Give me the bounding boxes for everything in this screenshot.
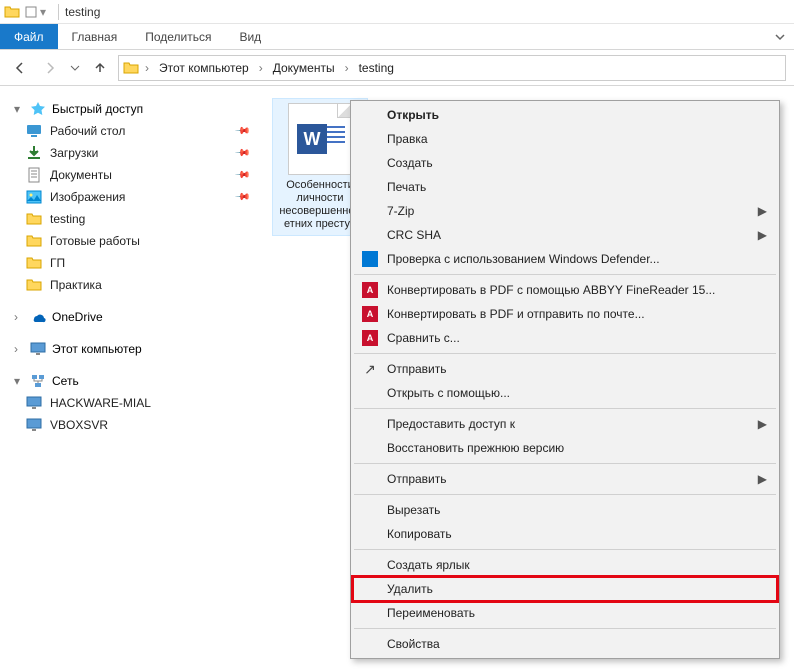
chevron-icon[interactable]: › (343, 61, 351, 75)
chevron-icon[interactable]: › (257, 61, 265, 75)
network-icon (30, 373, 46, 389)
window-title: testing (65, 5, 100, 19)
sidebar-computer-hackware[interactable]: HACKWARE-MIAL (6, 392, 254, 414)
menu-delete[interactable]: Удалить (353, 577, 777, 601)
menu-separator (354, 494, 776, 495)
sidebar-item-desktop[interactable]: Рабочий стол 📌 (6, 120, 254, 142)
address-bar[interactable]: › Этот компьютер › Документы › testing (118, 55, 786, 81)
sidebar-item-downloads[interactable]: Загрузки 📌 (6, 142, 254, 164)
nav-back[interactable] (8, 56, 32, 80)
folder-icon (26, 255, 42, 271)
tab-share[interactable]: Поделиться (131, 24, 225, 49)
ribbon-expand[interactable] (766, 24, 794, 49)
menu-defender[interactable]: Проверка с использованием Windows Defend… (353, 247, 777, 271)
menu-grant-access[interactable]: Предоставить доступ к▶ (353, 412, 777, 436)
pc-icon (30, 341, 46, 357)
sidebar-item-testing[interactable]: testing (6, 208, 254, 230)
menu-send-external[interactable]: Отправить (353, 357, 777, 381)
abbyy-icon: A (361, 329, 379, 347)
star-icon (30, 101, 46, 117)
file-thumbnail: W (288, 103, 352, 175)
menu-print[interactable]: Печать (353, 175, 777, 199)
navbar: › Этот компьютер › Документы › testing (0, 50, 794, 86)
sidebar-item-documents[interactable]: Документы 📌 (6, 164, 254, 186)
pin-icon: 📌 (233, 145, 250, 162)
pin-icon: 📌 (233, 123, 250, 140)
menu-abbyy-compare[interactable]: AСравнить с... (353, 326, 777, 350)
menu-separator (354, 353, 776, 354)
folder-icon (123, 60, 139, 76)
menu-edit[interactable]: Правка (353, 127, 777, 151)
qat-dropdown[interactable]: ▾ (40, 5, 46, 19)
menu-shortcut[interactable]: Создать ярлык (353, 553, 777, 577)
tab-file[interactable]: Файл (0, 24, 58, 49)
desktop-icon (26, 123, 42, 139)
tab-home[interactable]: Главная (58, 24, 132, 49)
menu-crcsha[interactable]: CRC SHA▶ (353, 223, 777, 247)
breadcrumb-root[interactable]: Этот компьютер (155, 59, 253, 77)
breadcrumb-documents[interactable]: Документы (269, 59, 339, 77)
submenu-arrow-icon: ▶ (758, 417, 767, 431)
menu-abbyy-send[interactable]: AКонвертировать в PDF и отправить по поч… (353, 302, 777, 326)
share-icon (361, 360, 379, 378)
pin-icon: 📌 (233, 189, 250, 206)
sidebar-network[interactable]: ▾ Сеть (6, 370, 254, 392)
folder-icon (26, 277, 42, 293)
menu-separator (354, 408, 776, 409)
sidebar-onedrive[interactable]: › OneDrive (6, 306, 254, 328)
folder-icon (4, 4, 20, 20)
folder-icon (26, 233, 42, 249)
menu-separator (354, 549, 776, 550)
menu-restore[interactable]: Восстановить прежнюю версию (353, 436, 777, 460)
sidebar-quick-access[interactable]: ▾ Быстрый доступ (6, 98, 254, 120)
menu-separator (354, 274, 776, 275)
chevron-icon[interactable]: › (143, 61, 151, 75)
ribbon-tabs: Файл Главная Поделиться Вид (0, 24, 794, 50)
menu-separator (354, 463, 776, 464)
sidebar-this-pc[interactable]: › Этот компьютер (6, 338, 254, 360)
submenu-arrow-icon: ▶ (758, 472, 767, 486)
menu-properties[interactable]: Свойства (353, 632, 777, 656)
menu-rename[interactable]: Переименовать (353, 601, 777, 625)
menu-copy[interactable]: Копировать (353, 522, 777, 546)
tab-view[interactable]: Вид (225, 24, 275, 49)
documents-icon (26, 167, 42, 183)
sidebar-item-practice[interactable]: Практика (6, 274, 254, 296)
pc-icon (26, 417, 42, 433)
pin-icon: 📌 (233, 167, 250, 184)
menu-abbyy-convert[interactable]: AКонвертировать в PDF с помощью ABBYY Fi… (353, 278, 777, 302)
nav-recent[interactable] (68, 56, 82, 80)
submenu-arrow-icon: ▶ (758, 228, 767, 242)
menu-send-to[interactable]: Отправить▶ (353, 467, 777, 491)
nav-forward[interactable] (38, 56, 62, 80)
pc-icon (26, 395, 42, 411)
menu-open-with[interactable]: Открыть с помощью... (353, 381, 777, 405)
word-icon: W (297, 124, 327, 154)
menu-open[interactable]: Открыть (353, 103, 777, 127)
menu-7zip[interactable]: 7-Zip▶ (353, 199, 777, 223)
defender-icon (361, 250, 379, 268)
sidebar-item-pictures[interactable]: Изображения 📌 (6, 186, 254, 208)
abbyy-icon: A (361, 281, 379, 299)
onedrive-icon (30, 309, 46, 325)
sidebar-computer-vboxsvr[interactable]: VBOXSVR (6, 414, 254, 436)
downloads-icon (26, 145, 42, 161)
titlebar: ▾ testing (0, 0, 794, 24)
context-menu: Открыть Правка Создать Печать 7-Zip▶ CRC… (350, 100, 780, 659)
menu-separator (354, 628, 776, 629)
submenu-arrow-icon: ▶ (758, 204, 767, 218)
breadcrumb-folder[interactable]: testing (355, 59, 398, 77)
nav-up[interactable] (88, 56, 112, 80)
qat-item[interactable] (24, 5, 38, 19)
menu-cut[interactable]: Вырезать (353, 498, 777, 522)
sidebar-item-ready[interactable]: Готовые работы (6, 230, 254, 252)
pictures-icon (26, 189, 42, 205)
abbyy-icon: A (361, 305, 379, 323)
folder-icon (26, 211, 42, 227)
menu-create[interactable]: Создать (353, 151, 777, 175)
sidebar: ▾ Быстрый доступ Рабочий стол 📌 Загрузки… (0, 86, 260, 670)
sidebar-item-gp[interactable]: ГП (6, 252, 254, 274)
